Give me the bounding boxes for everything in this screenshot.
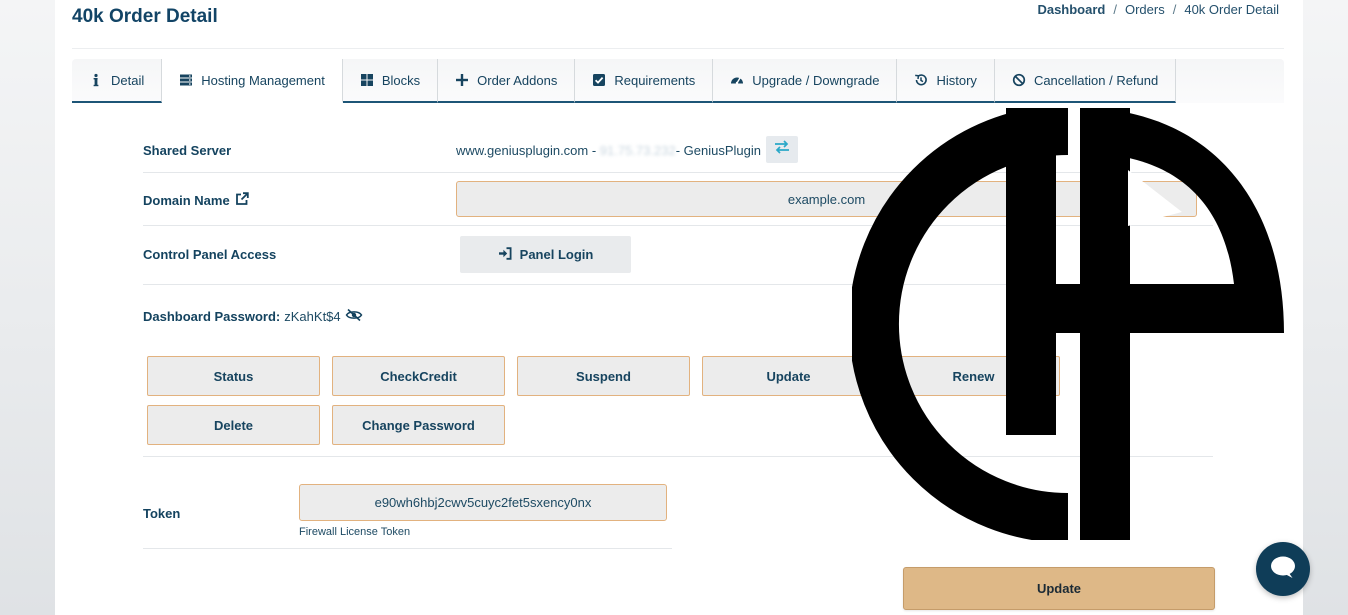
check-credit-button[interactable]: CheckCredit bbox=[332, 356, 505, 396]
tab-bar: Detail Hosting Management Blocks Order A… bbox=[72, 59, 1284, 103]
tab-history[interactable]: History bbox=[897, 59, 995, 103]
server-host: www.geniusplugin.com - bbox=[456, 143, 600, 158]
panel-login-button[interactable]: Panel Login bbox=[460, 236, 631, 273]
eye-slash-icon[interactable] bbox=[345, 308, 363, 325]
tab-upgrade-downgrade[interactable]: Upgrade / Downgrade bbox=[713, 59, 898, 103]
status-button[interactable]: Status bbox=[147, 356, 320, 396]
plus-icon bbox=[455, 73, 469, 87]
watermark-logo bbox=[849, 105, 1284, 543]
shared-server-value: www.geniusplugin.com - 91.75.73.232- Gen… bbox=[456, 143, 761, 158]
tab-label: Requirements bbox=[614, 72, 696, 88]
domain-name-label-wrap: Domain Name bbox=[143, 192, 249, 209]
sign-in-icon bbox=[498, 246, 512, 263]
change-password-button[interactable]: Change Password bbox=[332, 405, 505, 445]
token-help-text: Firewall License Token bbox=[299, 526, 411, 538]
grid-icon bbox=[360, 73, 374, 87]
tab-label: Cancellation / Refund bbox=[1033, 72, 1159, 88]
breadcrumb-dashboard[interactable]: Dashboard bbox=[1037, 2, 1105, 17]
header-divider bbox=[72, 48, 1284, 49]
suspend-button[interactable]: Suspend bbox=[517, 356, 690, 396]
ban-icon bbox=[1012, 73, 1026, 87]
server-name: - GeniusPlugin bbox=[675, 143, 761, 158]
tab-label: Hosting Management bbox=[201, 72, 325, 88]
update-action-button[interactable]: Update bbox=[702, 356, 875, 396]
domain-name-label: Domain Name bbox=[143, 193, 230, 208]
shared-server-label: Shared Server bbox=[143, 143, 232, 158]
change-server-button[interactable] bbox=[766, 136, 798, 163]
tab-label: Detail bbox=[111, 72, 145, 88]
tab-label: History bbox=[936, 72, 977, 88]
dashboard-password: Dashboard Password: zKahKt$4 bbox=[143, 308, 363, 325]
tab-label: Blocks bbox=[381, 72, 421, 88]
breadcrumb-separator: / bbox=[1113, 2, 1117, 17]
check-square-icon bbox=[592, 73, 606, 87]
dashboard-password-label: Dashboard Password: bbox=[143, 309, 281, 324]
tab-label: Upgrade / Downgrade bbox=[752, 72, 880, 88]
tab-requirements[interactable]: Requirements bbox=[575, 59, 714, 103]
control-panel-label: Control Panel Access bbox=[143, 247, 277, 262]
page-title: 40k Order Detail bbox=[72, 6, 218, 27]
tab-label: Order Addons bbox=[477, 72, 558, 88]
history-icon bbox=[914, 73, 928, 87]
breadcrumb-orders[interactable]: Orders bbox=[1125, 2, 1165, 17]
breadcrumb-current: 40k Order Detail bbox=[1184, 2, 1279, 17]
token-field[interactable]: e90wh6hbj2cwv5cuyc2fet5sxency0nx bbox=[299, 484, 667, 521]
tab-detail[interactable]: Detail bbox=[72, 59, 163, 103]
tab-hosting-management[interactable]: Hosting Management bbox=[162, 59, 343, 103]
row-divider bbox=[143, 548, 672, 549]
server-icon bbox=[179, 73, 193, 87]
tab-blocks[interactable]: Blocks bbox=[342, 59, 439, 103]
panel-login-label: Panel Login bbox=[519, 247, 594, 262]
server-ip: 91.75.73.232 bbox=[599, 143, 676, 158]
breadcrumb: Dashboard / Orders / 40k Order Detail bbox=[1037, 2, 1279, 17]
swap-icon bbox=[774, 140, 790, 159]
info-icon bbox=[89, 73, 103, 87]
update-button[interactable]: Update bbox=[903, 567, 1215, 610]
delete-button[interactable]: Delete bbox=[147, 405, 320, 445]
tab-order-addons[interactable]: Order Addons bbox=[438, 59, 576, 103]
chat-bubble-icon bbox=[1269, 554, 1297, 585]
chat-launcher-button[interactable] bbox=[1256, 542, 1310, 596]
dashboard-password-value: zKahKt$4 bbox=[284, 309, 341, 324]
gauge-icon bbox=[730, 73, 744, 87]
tab-cancellation-refund[interactable]: Cancellation / Refund bbox=[994, 59, 1177, 103]
token-label: Token bbox=[143, 506, 181, 521]
external-link-icon[interactable] bbox=[235, 192, 249, 209]
breadcrumb-separator: / bbox=[1172, 2, 1177, 17]
